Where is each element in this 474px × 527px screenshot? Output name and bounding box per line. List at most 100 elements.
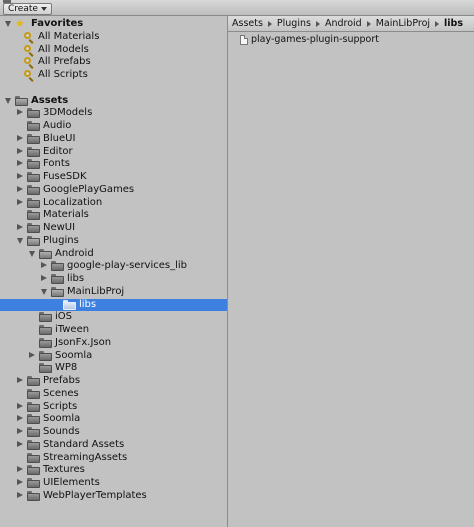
- collapsed-arrow-icon[interactable]: [17, 491, 23, 498]
- collapsed-arrow-icon[interactable]: [17, 440, 23, 447]
- expanded-arrow-icon[interactable]: [5, 21, 11, 27]
- folder-item-materials[interactable]: Materials: [0, 209, 227, 221]
- folder-contents-panel: Assets Plugins Android MainLibProj libs …: [228, 16, 474, 527]
- breadcrumb-item-plugins[interactable]: Plugins: [277, 17, 311, 31]
- expanded-arrow-icon[interactable]: [5, 97, 11, 104]
- expanded-arrow-icon[interactable]: [29, 250, 35, 257]
- folder-item-sounds[interactable]: Sounds: [0, 426, 227, 438]
- breadcrumb-item-libs[interactable]: libs: [444, 17, 463, 31]
- tree-item-label: FuseSDK: [43, 171, 87, 182]
- folder-item-google-play-services-lib[interactable]: google-play-services_lib: [0, 260, 227, 272]
- folder-icon: [27, 133, 40, 144]
- folder-item-editor[interactable]: Editor: [0, 146, 227, 158]
- collapsed-arrow-icon[interactable]: [17, 173, 23, 179]
- folder-open-icon: [15, 95, 28, 106]
- tree-item-label: Localization: [43, 196, 103, 208]
- folder-item-jsonfx-json[interactable]: JsonFx.Json: [0, 337, 227, 349]
- collapsed-arrow-icon[interactable]: [17, 224, 23, 230]
- folder-icon: [27, 108, 40, 119]
- asset-item-label: play-games-plugin-support: [251, 34, 379, 45]
- folder-item-localization[interactable]: Localization: [0, 197, 227, 209]
- folder-icon: [27, 401, 40, 412]
- folder-item-webplayertemplates[interactable]: WebPlayerTemplates: [0, 490, 227, 502]
- expanded-arrow-icon[interactable]: [41, 288, 47, 295]
- tree-item-label: Standard Assets: [43, 438, 125, 450]
- create-dropdown-button[interactable]: Create: [3, 3, 52, 15]
- collapsed-arrow-icon[interactable]: [41, 275, 47, 281]
- collapsed-arrow-icon[interactable]: [17, 479, 23, 485]
- tree-item-label: 3DModels: [43, 107, 93, 119]
- tree-item-label: All Scripts: [38, 69, 88, 80]
- folder-item-prefabs[interactable]: Prefabs: [0, 375, 227, 387]
- folder-item-libs[interactable]: libs: [0, 273, 227, 285]
- breadcrumb: Assets Plugins Android MainLibProj libs: [228, 16, 474, 32]
- favorite-item-all-prefabs[interactable]: All Prefabs: [0, 56, 227, 70]
- tree-item-label: Soomla: [43, 413, 81, 425]
- folder-item-3dmodels[interactable]: 3DModels: [0, 107, 227, 119]
- tree-item-label: libs: [67, 273, 85, 284]
- collapsed-arrow-icon[interactable]: [17, 402, 23, 409]
- folder-icon: [27, 414, 40, 425]
- tree-item-label: iOS: [55, 311, 72, 323]
- folder-icon: [39, 337, 52, 348]
- breadcrumb-item-mainlibproj[interactable]: MainLibProj: [376, 17, 430, 31]
- collapsed-arrow-icon[interactable]: [17, 185, 23, 192]
- collapsed-arrow-icon[interactable]: [29, 351, 35, 358]
- folder-item-googleplaygames[interactable]: GooglePlayGames: [0, 184, 227, 196]
- collapsed-arrow-icon[interactable]: [17, 109, 23, 116]
- folder-item-itween[interactable]: iTween: [0, 324, 227, 336]
- folder-open-icon: [27, 235, 40, 246]
- tree-item-label: WebPlayerTemplates: [43, 489, 147, 501]
- folder-item-standard-assets[interactable]: Standard Assets: [0, 439, 227, 451]
- search-icon: [24, 70, 35, 82]
- tree-item-label: All Materials: [38, 30, 100, 42]
- folder-item-soomla[interactable]: Soomla: [0, 350, 227, 362]
- favorite-item-all-models[interactable]: All Models: [0, 44, 227, 57]
- expanded-arrow-icon[interactable]: [17, 237, 23, 244]
- folder-item-fonts[interactable]: Fonts: [0, 158, 227, 170]
- collapsed-arrow-icon[interactable]: [17, 134, 23, 141]
- folder-item-scenes[interactable]: Scenes: [0, 388, 227, 400]
- folder-item-ios[interactable]: iOS: [0, 311, 227, 323]
- create-label: Create: [8, 4, 38, 14]
- folder-icon: [27, 159, 40, 170]
- tree-item-label: UIElements: [43, 477, 100, 488]
- breadcrumb-item-assets[interactable]: Assets: [232, 17, 263, 31]
- folder-item-newui[interactable]: NewUI: [0, 222, 227, 234]
- folder-item-mainlibproj[interactable]: MainLibProj: [0, 286, 227, 298]
- folder-item-streamingassets[interactable]: StreamingAssets: [0, 452, 227, 464]
- folder-item-plugins[interactable]: Plugins: [0, 235, 227, 247]
- folder-open-icon: [39, 248, 52, 259]
- folder-item-libs[interactable]: libs: [0, 298, 227, 311]
- folder-icon: [27, 490, 40, 501]
- folder-item-textures[interactable]: Textures: [0, 464, 227, 476]
- folder-open-icon: [51, 286, 64, 297]
- favorite-item-all-materials[interactable]: All Materials: [0, 30, 227, 44]
- folder-item-soomla[interactable]: Soomla: [0, 413, 227, 425]
- breadcrumb-separator-icon: [315, 20, 320, 27]
- collapsed-arrow-icon[interactable]: [17, 466, 23, 473]
- section-assets[interactable]: Assets: [0, 95, 227, 107]
- project-toolbar: Create: [0, 0, 474, 16]
- folder-icon: [27, 478, 40, 488]
- favorite-item-all-scripts[interactable]: All Scripts: [0, 69, 227, 82]
- folder-item-fusesdk[interactable]: FuseSDK: [0, 171, 227, 183]
- collapsed-arrow-icon[interactable]: [17, 147, 23, 154]
- collapsed-arrow-icon[interactable]: [41, 262, 47, 269]
- folder-item-android[interactable]: Android: [0, 248, 227, 260]
- folder-item-audio[interactable]: Audio: [0, 120, 227, 132]
- asset-item[interactable]: play-games-plugin-support: [240, 34, 379, 46]
- collapsed-arrow-icon[interactable]: [17, 160, 23, 167]
- collapsed-arrow-icon[interactable]: [17, 198, 23, 205]
- folder-item-uielements[interactable]: UIElements: [0, 477, 227, 489]
- folder-item-wp8[interactable]: WP8: [0, 362, 227, 374]
- collapsed-arrow-icon[interactable]: [17, 428, 23, 434]
- collapsed-arrow-icon[interactable]: [17, 377, 23, 383]
- folder-icon: [27, 452, 40, 463]
- tree-item-label: WP8: [55, 362, 78, 374]
- folder-item-blueui[interactable]: BlueUI: [0, 133, 227, 145]
- collapsed-arrow-icon[interactable]: [17, 415, 23, 422]
- breadcrumb-item-android[interactable]: Android: [325, 17, 362, 31]
- section-favorites[interactable]: ★ Favorites: [0, 18, 227, 30]
- folder-item-scripts[interactable]: Scripts: [0, 401, 227, 413]
